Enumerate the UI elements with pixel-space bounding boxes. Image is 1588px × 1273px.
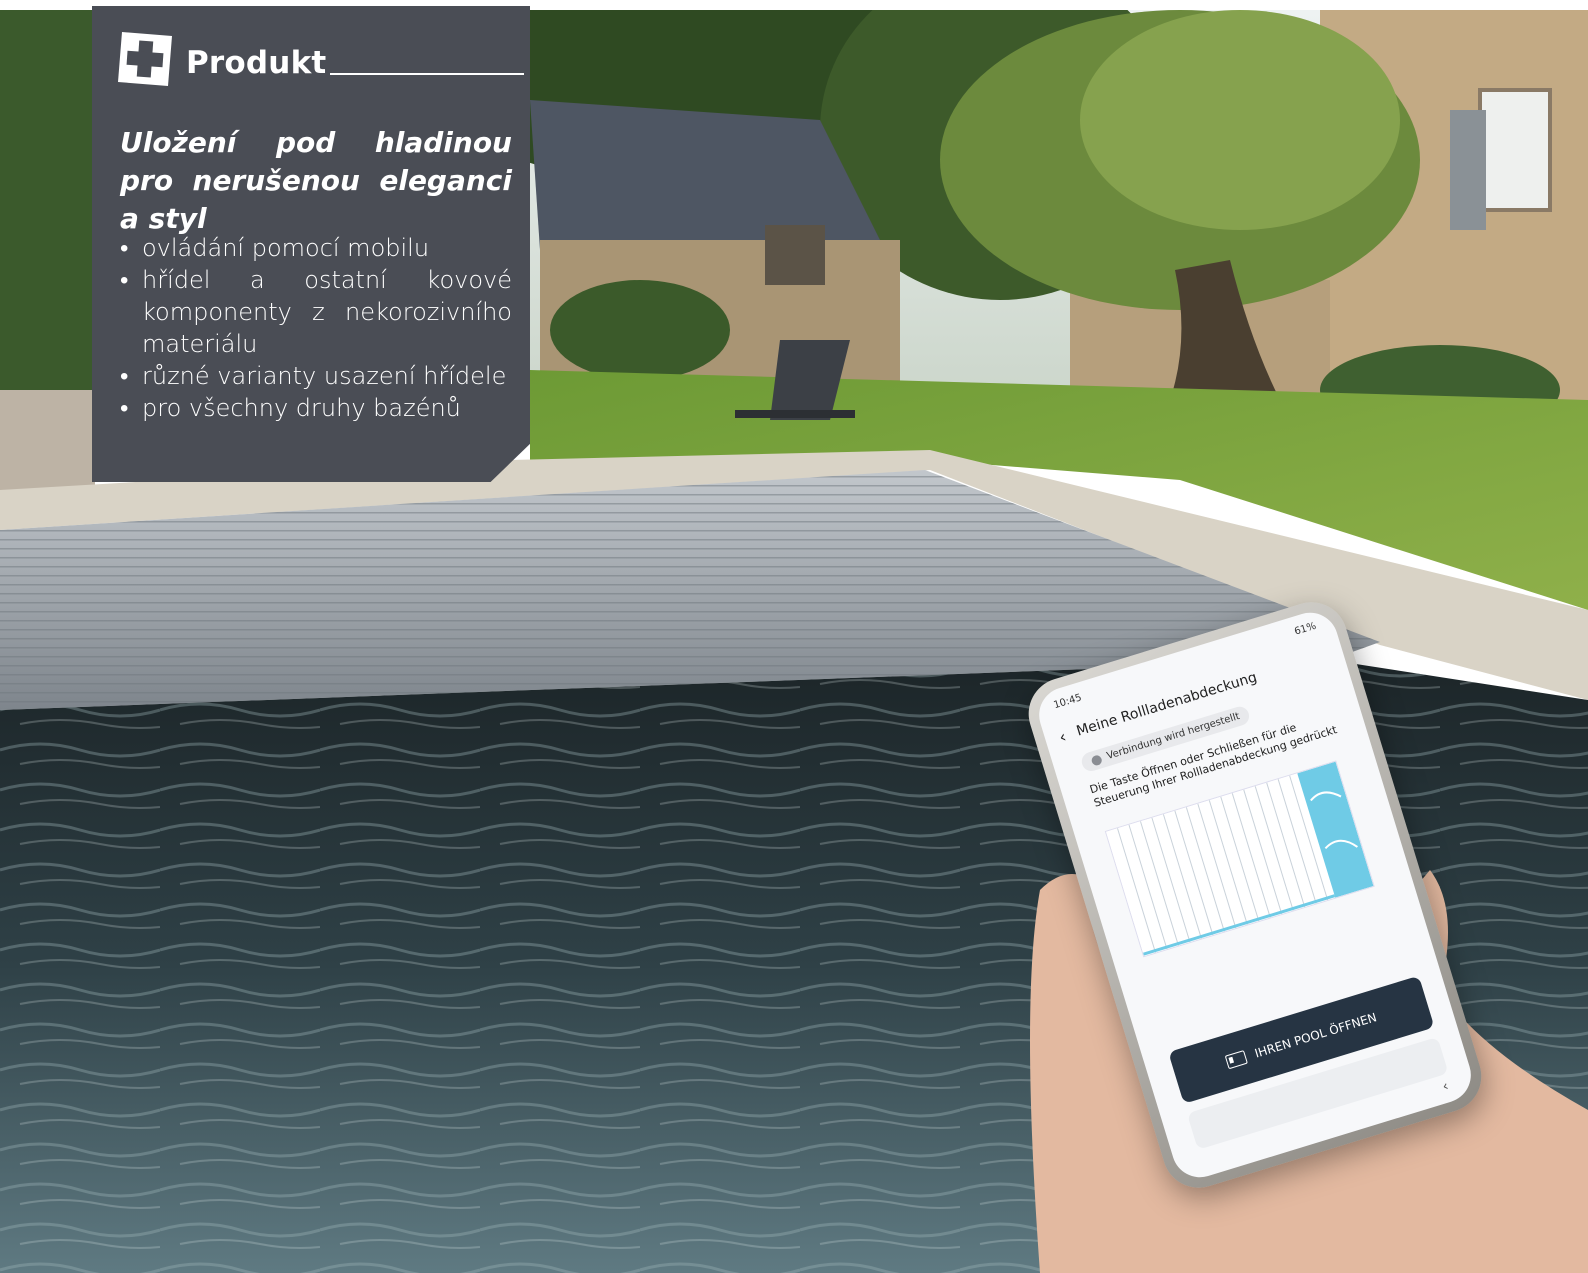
product-info-panel: Produkt Uložení pod hladinou pro nerušen… [92, 6, 530, 482]
status-battery: 61% [1293, 620, 1318, 638]
list-item: hřídel a ostatní kovové komponenty z nek… [120, 264, 512, 360]
list-item: různé varianty usazení hřídele [120, 360, 512, 392]
system-back-icon[interactable]: ‹ [1441, 1078, 1451, 1095]
pool-cover-icon [1224, 1050, 1248, 1070]
connection-icon [1090, 753, 1103, 767]
list-item: ovládání pomocí mobilu [120, 232, 512, 264]
panel-heading: Produkt [186, 45, 327, 81]
back-arrow-icon[interactable]: ‹ [1057, 726, 1069, 746]
heading-divider [330, 73, 524, 75]
status-time: 10:45 [1052, 692, 1084, 712]
open-pool-button-label: IHREN POOL ÖFFNEN [1253, 1010, 1379, 1061]
list-item: pro všechny druhy bazénů [120, 392, 512, 424]
panel-header: Produkt [116, 30, 524, 86]
feature-list: ovládání pomocí mobilu hřídel a ostatní … [120, 232, 512, 424]
panel-subtitle: Uložení pod hladinou pro nerušenou elega… [120, 126, 512, 235]
plus-square-icon [118, 32, 172, 86]
